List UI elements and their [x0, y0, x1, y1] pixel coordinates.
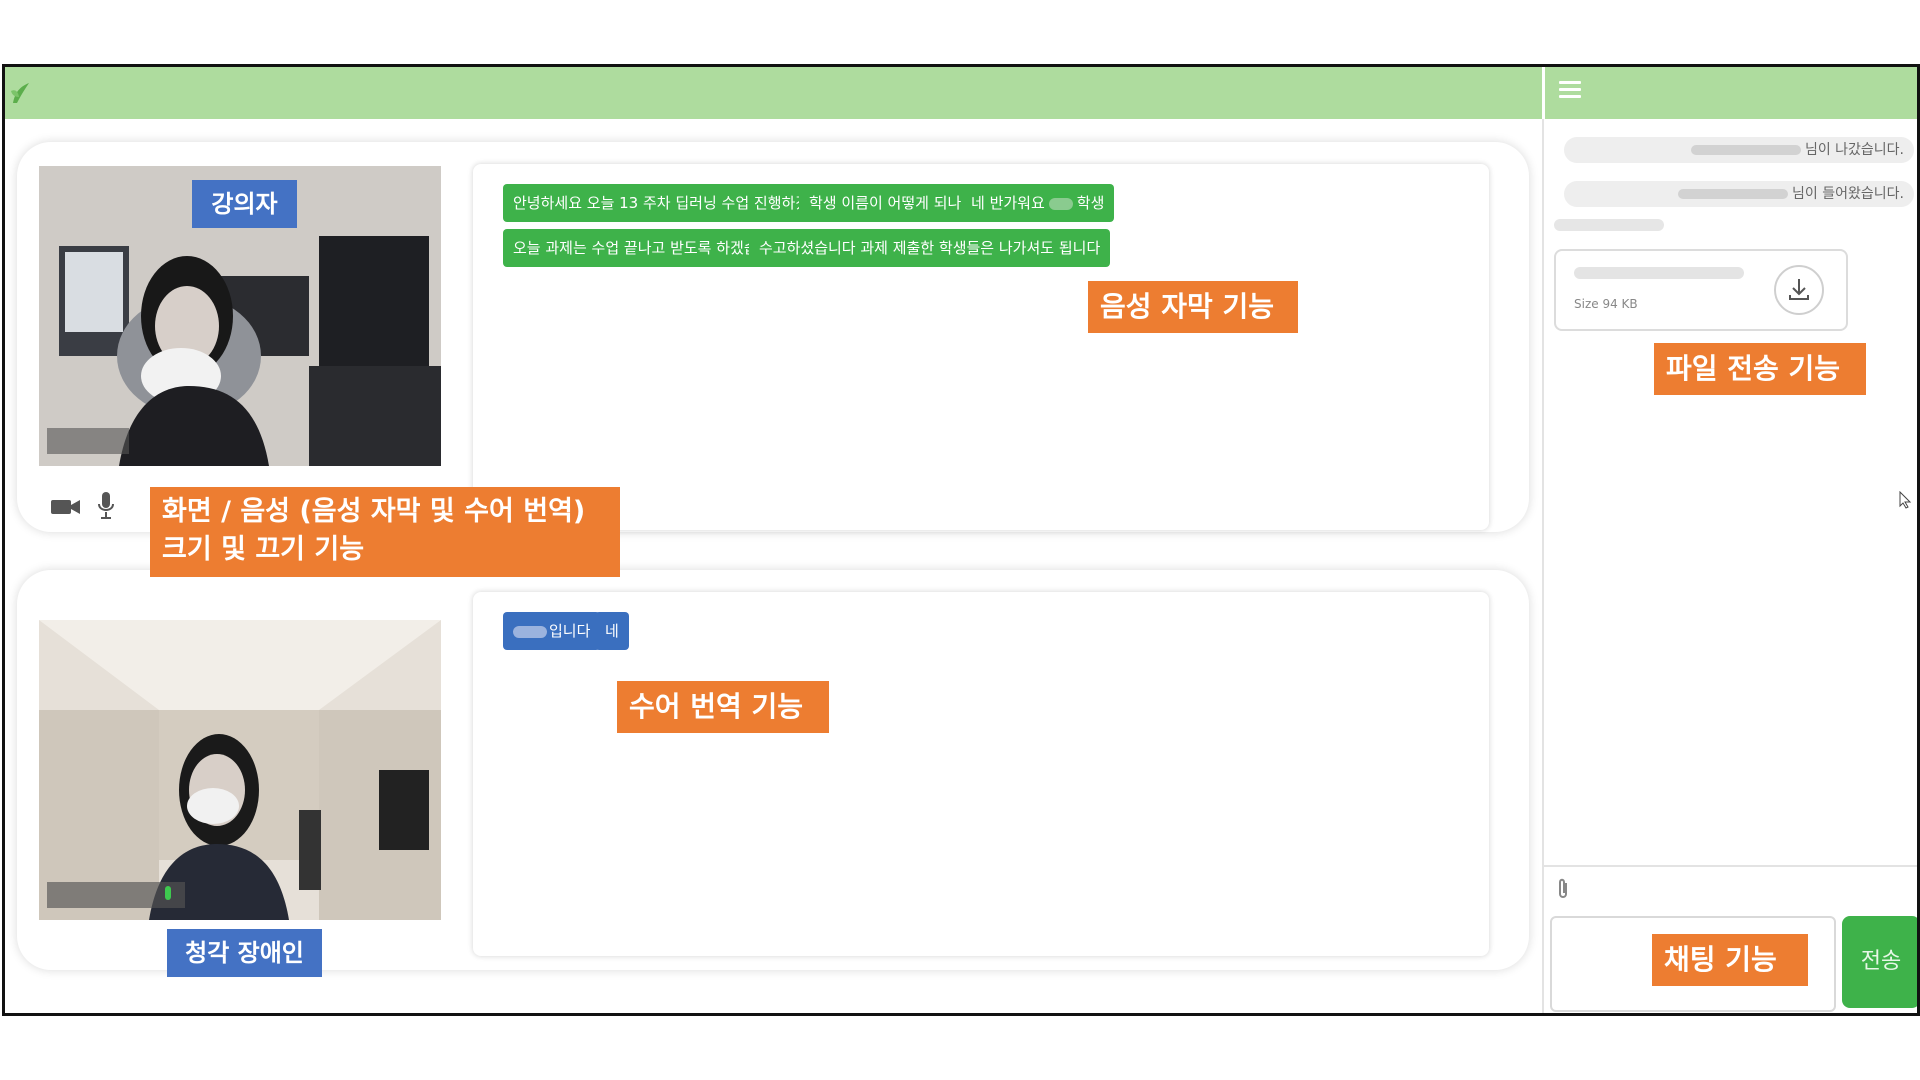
system-message: 님이 들어왔습니다.: [1564, 181, 1914, 207]
camera-toggle[interactable]: [51, 497, 81, 521]
chat-annotation: 채팅 기능: [1652, 934, 1808, 986]
translation-chip: 네: [595, 612, 629, 650]
caption-chip: 학생 이름이 어떻게 되나요: [799, 184, 986, 222]
av-controls-line2: 크기 및 끄기 기능: [162, 534, 365, 565]
speech-caption-area: 안녕하세요 오늘 13 주차 딥러닝 수업 진행하겠습니다 학생 이름이 어떻게…: [473, 164, 1489, 530]
microphone-toggle[interactable]: [97, 492, 115, 524]
file-name: [1574, 267, 1744, 279]
student-role-label: 청각 장애인: [167, 929, 322, 977]
speech-caption-annotation: 음성 자막 기능: [1088, 281, 1298, 333]
av-controls-line1: 화면 / 음성 (음성 자막 및 수어 번역): [162, 496, 586, 527]
download-button[interactable]: [1774, 265, 1824, 315]
file-size: Size 94 KB: [1574, 297, 1638, 311]
sign-translation-annotation: 수어 번역 기능: [617, 681, 829, 733]
file-message[interactable]: Size 94 KB: [1554, 249, 1848, 331]
sign-translation-area: 입니다 네: [473, 592, 1489, 956]
chat-sidebar: 님이 나갔습니다. 님이 들어왔습니다. Size 94 KB 파일 전송 기능: [1542, 119, 1917, 1013]
top-bar: [5, 67, 1542, 119]
caption-chip: 수고하셨습니다 과제 제출한 학생들은 나가셔도 됩니다: [749, 229, 1111, 267]
microphone-icon: [98, 492, 114, 519]
system-message: 님이 나갔습니다.: [1564, 137, 1914, 163]
download-icon: [1789, 279, 1809, 300]
sender-name: [1554, 219, 1664, 231]
caption-chip: 네 반가워요 학생: [961, 184, 1115, 222]
student-video[interactable]: [39, 620, 441, 920]
camera-icon: [51, 500, 80, 514]
chat-divider: [1544, 865, 1917, 867]
chat-header: [1542, 67, 1917, 119]
mouse-cursor-icon: [1899, 491, 1912, 509]
av-controls-annotation: 화면 / 음성 (음성 자막 및 수어 번역) 크기 및 끄기 기능: [150, 487, 620, 577]
paperclip-icon[interactable]: [1554, 877, 1572, 901]
app-window: 안녕하세요 오늘 13 주차 딥러닝 수업 진행하겠습니다 학생 이름이 어떻게…: [2, 64, 1920, 1016]
lecturer-role-label: 강의자: [192, 180, 297, 228]
file-transfer-annotation: 파일 전송 기능: [1654, 343, 1866, 395]
leaf-logo-icon: [11, 83, 29, 103]
student-panel: 입니다 네: [17, 570, 1529, 970]
send-button[interactable]: 전송: [1842, 916, 1917, 1008]
hamburger-menu-icon[interactable]: [1559, 81, 1581, 99]
translation-chip: 입니다: [503, 612, 601, 650]
student-video-frame: [39, 620, 441, 920]
